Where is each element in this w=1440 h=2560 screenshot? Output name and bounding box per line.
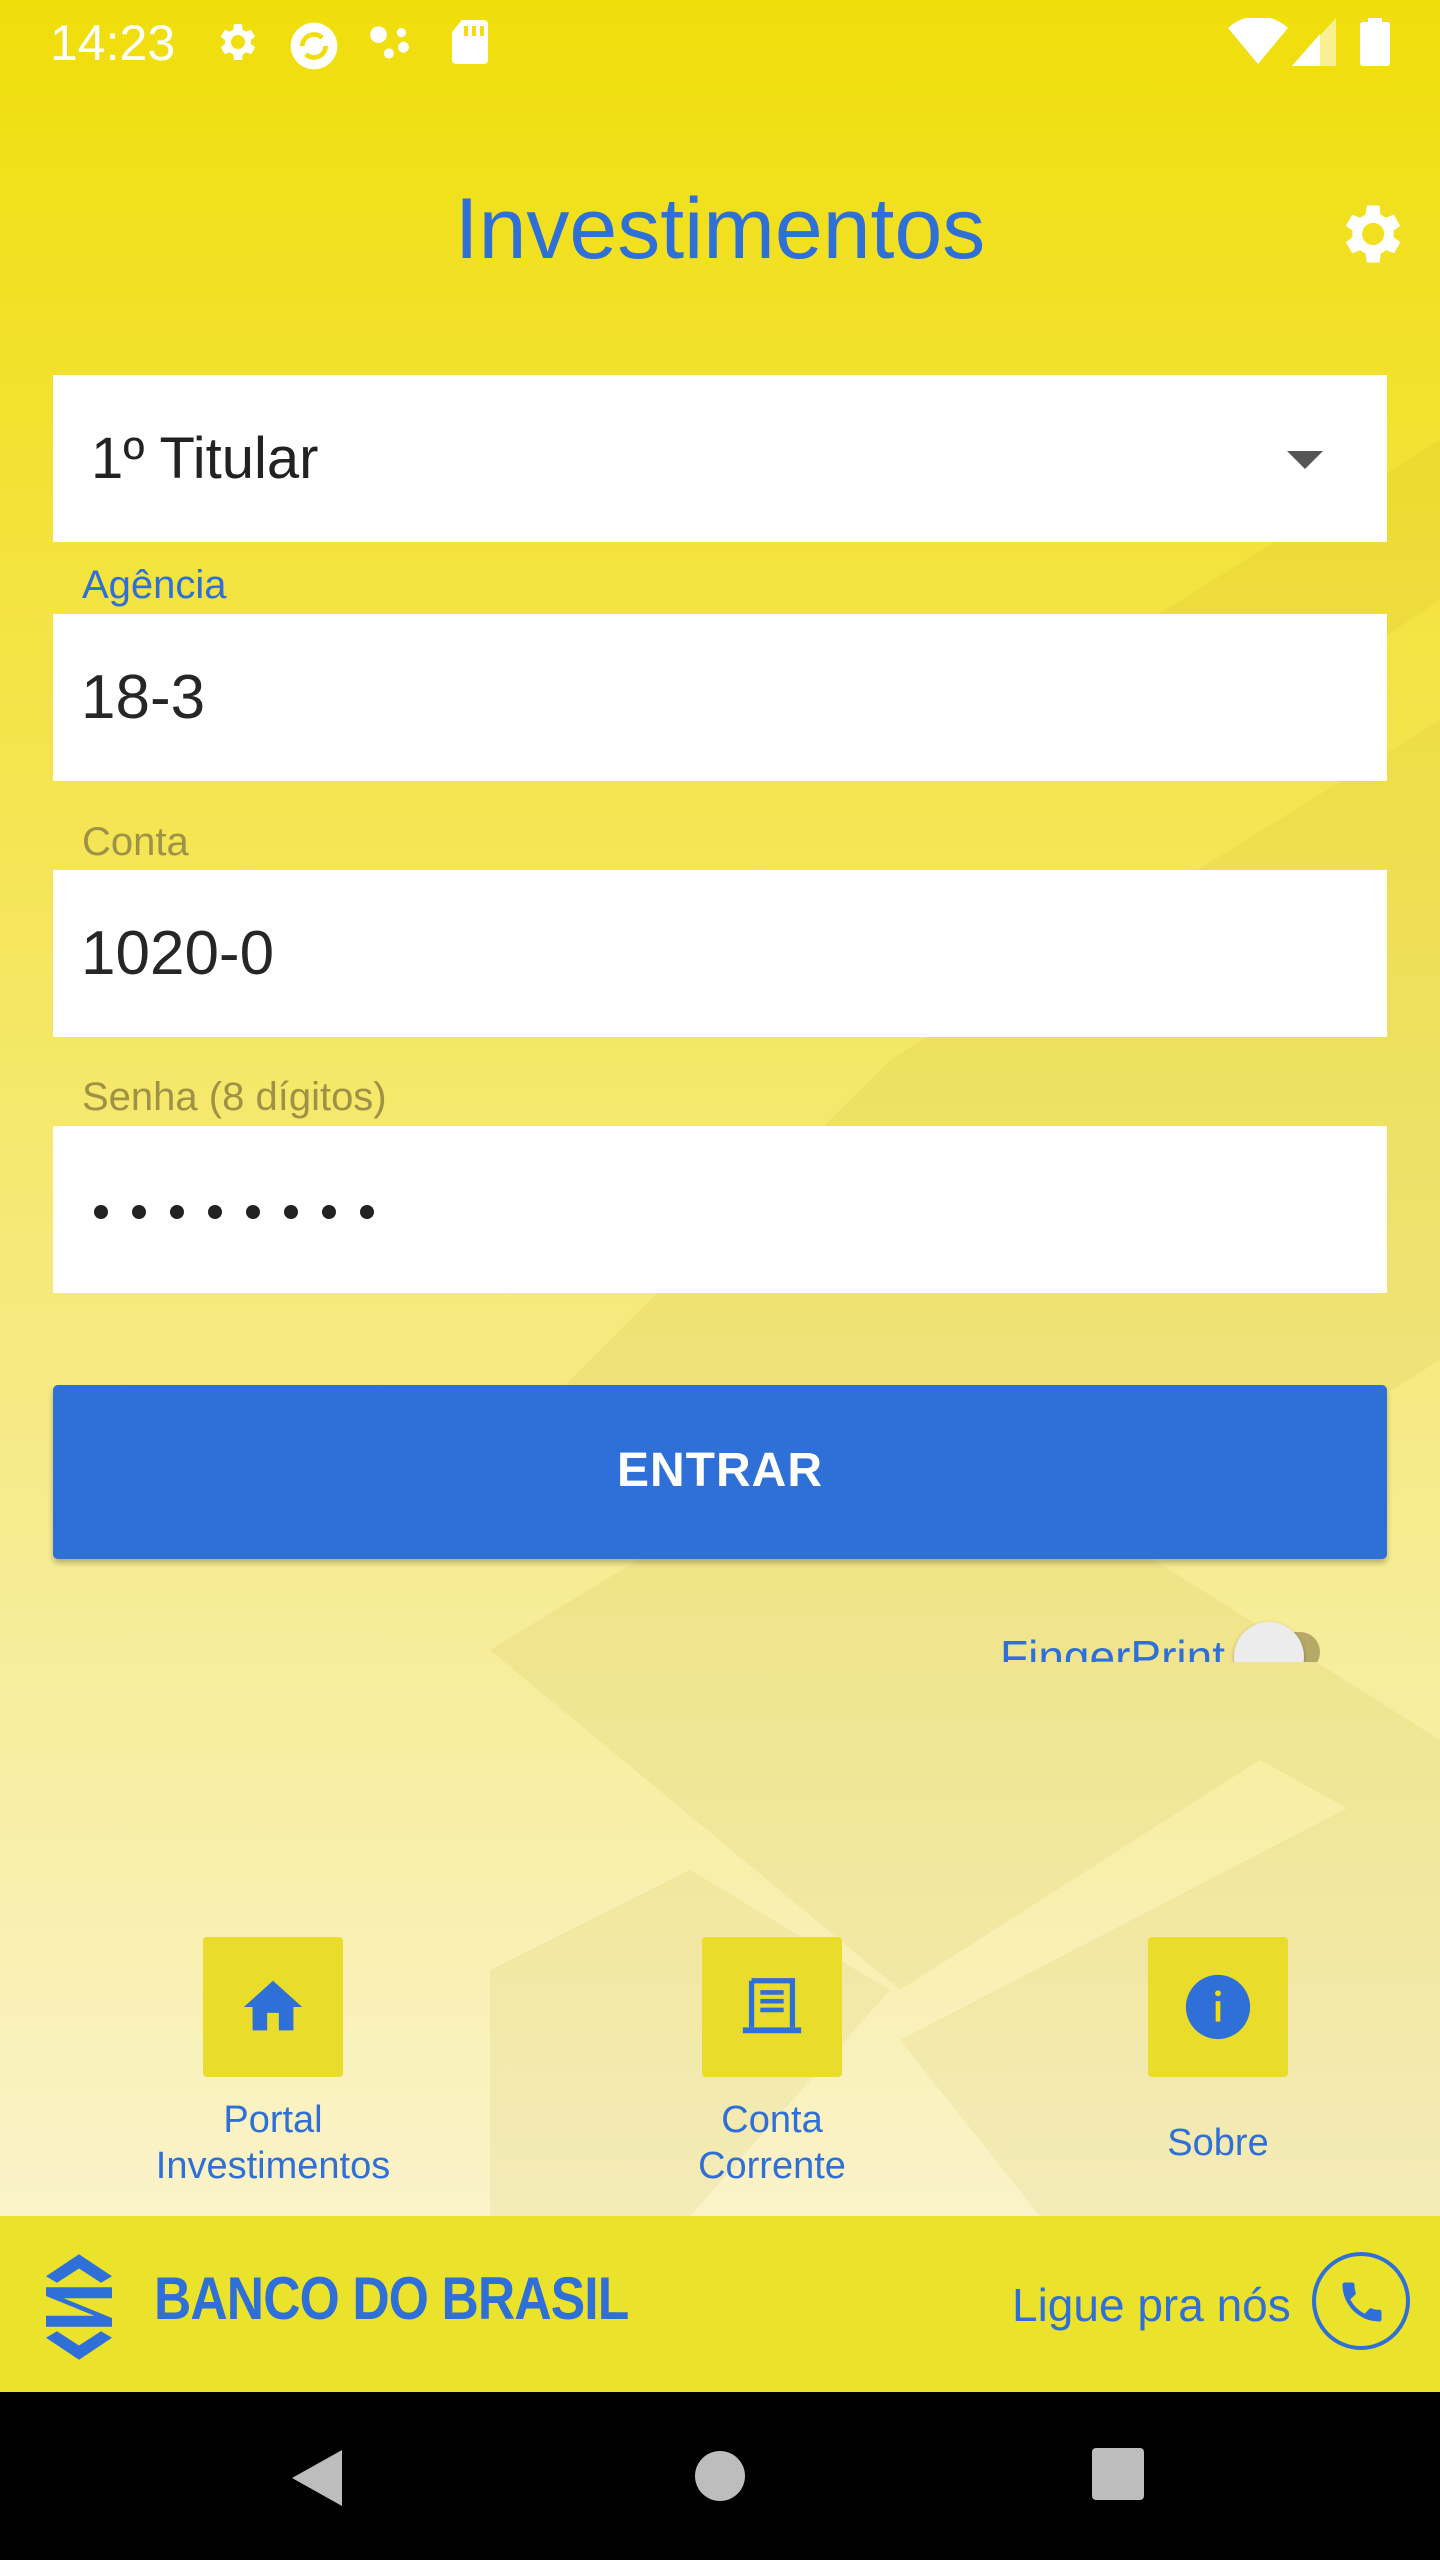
status-wifi-icon: [1228, 18, 1288, 64]
senha-label: Senha (8 dígitos): [82, 1075, 387, 1119]
status-sync-icon: [290, 22, 338, 70]
password-dot: [132, 1205, 146, 1219]
titular-select-value: 1º Titular: [91, 426, 319, 491]
brand-name: BANCO DO BRASIL: [154, 2265, 629, 2332]
status-sd-card-icon: [452, 20, 488, 64]
portal-investimentos-label-line2: Investimentos: [155, 2145, 391, 2187]
agencia-value: 18-3: [81, 663, 206, 732]
app-screen: 14:23 Investimentos 1º Titular Agência 1…: [0, 0, 1440, 2392]
password-dot: [360, 1205, 374, 1219]
portal-investimentos-icon-box[interactable]: [203, 1937, 343, 2077]
portal-investimentos-label-line1: Portal: [223, 2099, 323, 2141]
fingerprint-label: FingerPrint: [1000, 1631, 1225, 1662]
page-title: Investimentos: [454, 181, 986, 277]
info-icon: [1185, 1974, 1251, 2040]
home-icon: [243, 1980, 303, 2031]
recents-square-icon[interactable]: [1092, 2446, 1144, 2502]
status-assistant-dots-icon: [370, 26, 409, 59]
fingerprint-toggle-row[interactable]: FingerPrint: [970, 1610, 1370, 1662]
conta-corrente-label-line1: Conta: [721, 2099, 823, 2141]
call-button[interactable]: [1312, 2252, 1410, 2350]
conta-corrente-link[interactable]: Conta Corrente: [642, 1937, 902, 2207]
password-dot: [246, 1205, 260, 1219]
banco-do-brasil-logo-icon: [46, 2254, 112, 2360]
status-battery-icon: [1360, 18, 1390, 66]
status-time: 14:23: [50, 15, 176, 71]
password-dot: [208, 1205, 222, 1219]
password-dot: [170, 1205, 184, 1219]
home-circle-icon[interactable]: [694, 2446, 746, 2506]
agencia-label: Agência: [82, 563, 227, 607]
password-dot: [94, 1205, 108, 1219]
settings-gear-icon[interactable]: [1332, 196, 1408, 272]
conta-value: 1020-0: [81, 919, 275, 988]
password-masked-value: [94, 1205, 374, 1219]
conta-corrente-label-line2: Corrente: [698, 2145, 846, 2187]
footer-bar: BANCO DO BRASIL Ligue pra nós: [0, 2216, 1440, 2392]
titular-select[interactable]: 1º Titular: [53, 375, 1387, 542]
phone-icon: [1342, 2282, 1382, 2322]
conta-label: Conta: [82, 820, 189, 864]
sobre-label: Sobre: [1167, 2122, 1269, 2164]
fingerprint-switch-thumb[interactable]: [1234, 1622, 1304, 1662]
enter-button[interactable]: ENTRAR: [53, 1385, 1387, 1559]
conta-corrente-icon-box[interactable]: [702, 1937, 842, 2077]
status-settings-icon: [220, 24, 256, 60]
sobre-icon-box[interactable]: [1148, 1937, 1288, 2077]
system-nav-bar: [0, 2392, 1440, 2560]
enter-button-label: ENTRAR: [617, 1444, 823, 1497]
status-bar: 14:23: [0, 0, 1440, 84]
agencia-field[interactable]: 18-3: [53, 614, 1387, 781]
statement-icon: [742, 1978, 802, 2034]
senha-field[interactable]: [53, 1126, 1387, 1293]
sobre-link[interactable]: Sobre: [1088, 1937, 1348, 2207]
status-cell-signal-icon: [1292, 18, 1336, 66]
conta-field[interactable]: 1020-0: [53, 870, 1387, 1037]
dropdown-arrow-icon: [1287, 451, 1323, 469]
back-icon[interactable]: [288, 2446, 346, 2510]
portal-investimentos-link[interactable]: Portal Investimentos: [143, 1937, 403, 2207]
call-label[interactable]: Ligue pra nós: [1012, 2278, 1291, 2332]
password-dot: [322, 1205, 336, 1219]
password-dot: [284, 1205, 298, 1219]
